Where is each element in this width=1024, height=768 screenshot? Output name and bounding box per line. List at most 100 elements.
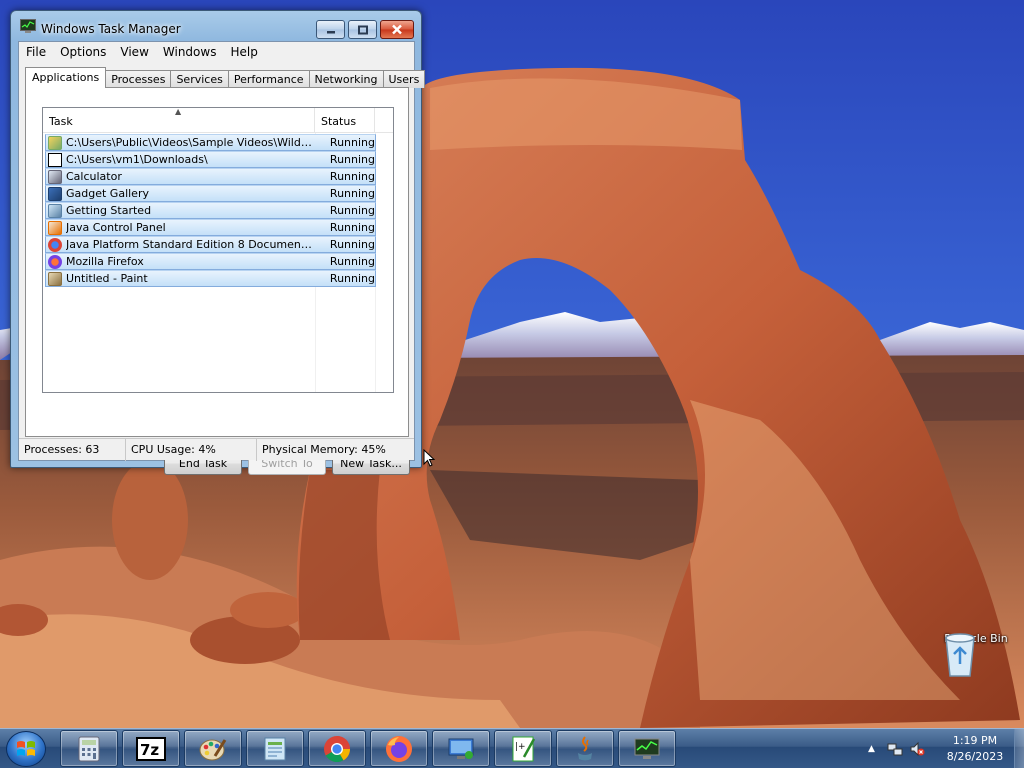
- taskbar-task-manager[interactable]: [618, 730, 676, 767]
- recycle-bin-shortcut[interactable]: Recycle Bin: [940, 630, 1012, 677]
- task-name: C:\Users\Public\Videos\Sample Videos\Wil…: [66, 136, 314, 149]
- status-cpu-usage: CPU Usage: 4%: [126, 439, 257, 461]
- show-hidden-icons-icon[interactable]: ▲: [868, 744, 875, 754]
- maximize-button[interactable]: [348, 20, 377, 39]
- applications-panel: ▲ Task Status C:\Users\Public\Videos\Sam…: [25, 87, 410, 475]
- paint-icon: [48, 271, 62, 286]
- column-header-status[interactable]: Status: [315, 108, 375, 133]
- maximize-icon: [357, 25, 368, 34]
- task-status: Running: [329, 221, 375, 234]
- menu-bar: File Options View Windows Help: [19, 42, 414, 62]
- column-task-label: Task: [49, 115, 73, 128]
- task-row[interactable]: Java Control Panel Running: [45, 219, 376, 236]
- taskbar-7zip[interactable]: 7z: [122, 730, 180, 767]
- chrome-icon: [324, 735, 351, 762]
- mouse-pointer-icon: [423, 449, 435, 467]
- menu-options[interactable]: Options: [53, 42, 113, 62]
- taskbar-paint[interactable]: [184, 730, 242, 767]
- task-list[interactable]: ▲ Task Status C:\Users\Public\Videos\Sam…: [42, 107, 394, 393]
- tab-users[interactable]: Users: [382, 70, 426, 88]
- tab-services[interactable]: Services: [170, 70, 229, 88]
- title-bar[interactable]: Windows Task Manager: [11, 11, 421, 41]
- task-name: Java Platform Standard Edition 8 Documen…: [66, 238, 314, 251]
- minimize-button[interactable]: [316, 20, 345, 39]
- task-row[interactable]: Getting Started Running: [45, 202, 376, 219]
- window-client-area: File Options View Windows Help Applicati…: [18, 41, 426, 475]
- task-name: Untitled - Paint: [66, 272, 148, 285]
- taskbar-getting-started[interactable]: [246, 730, 304, 767]
- taskbar: 7z |+ ▲ 1:19 PM 8/26/2023: [0, 728, 1024, 768]
- tab-performance[interactable]: Performance: [227, 70, 310, 88]
- status-processes: Processes: 63: [19, 439, 126, 461]
- paint-icon: [199, 738, 227, 760]
- 7zip-icon: [48, 152, 62, 167]
- show-desktop-button[interactable]: [1014, 729, 1024, 768]
- task-name: Java Control Panel: [66, 221, 166, 234]
- windows-logo-icon: [17, 741, 35, 756]
- network-icon[interactable]: [887, 741, 903, 757]
- task-row[interactable]: C:\Users\vm1\Downloads\ Running: [45, 151, 376, 168]
- task-manager-icon: [20, 19, 36, 33]
- task-rows: C:\Users\Public\Videos\Sample Videos\Wil…: [45, 134, 376, 287]
- task-row[interactable]: Untitled - Paint Running: [45, 270, 376, 287]
- column-header-task[interactable]: ▲ Task: [43, 108, 315, 133]
- task-name: C:\Users\vm1\Downloads\: [66, 153, 208, 166]
- list-header: ▲ Task Status: [43, 108, 393, 133]
- notification-area: ▲: [868, 729, 925, 768]
- taskbar-calculator[interactable]: [60, 730, 118, 767]
- status-physical-memory: Physical Memory: 45%: [262, 443, 386, 456]
- control-panel-icon: [448, 738, 474, 759]
- task-status: Running: [329, 238, 375, 251]
- task-name: Gadget Gallery: [66, 187, 149, 200]
- start-button[interactable]: [6, 731, 46, 767]
- task-status: Running: [329, 136, 375, 149]
- column-status-label: Status: [321, 115, 357, 128]
- java-icon: [48, 220, 62, 235]
- taskbar-java[interactable]: [556, 730, 614, 767]
- task-status: Running: [329, 187, 375, 200]
- task-name: Mozilla Firefox: [66, 255, 144, 268]
- task-row[interactable]: Mozilla Firefox Running: [45, 253, 376, 270]
- tab-strip: Applications Processes Services Performa…: [25, 67, 426, 88]
- task-row[interactable]: C:\Users\Public\Videos\Sample Videos\Wil…: [45, 134, 376, 151]
- menu-windows[interactable]: Windows: [156, 42, 224, 62]
- task-status: Running: [329, 170, 375, 183]
- svg-text:|+: |+: [515, 742, 526, 752]
- menu-help[interactable]: Help: [223, 42, 264, 62]
- 7zip-icon: 7z: [136, 736, 166, 761]
- calculator-icon: [78, 736, 100, 761]
- task-manager-icon: [634, 738, 660, 759]
- window-title: Windows Task Manager: [41, 22, 181, 36]
- menu-file[interactable]: File: [19, 42, 53, 62]
- task-row[interactable]: Java Platform Standard Edition 8 Documen…: [45, 236, 376, 253]
- tab-processes[interactable]: Processes: [105, 70, 172, 88]
- taskbar-control-panel[interactable]: [432, 730, 490, 767]
- close-button[interactable]: [380, 20, 414, 39]
- status-bar: Processes: 63 CPU Usage: 4% Physical Mem…: [19, 438, 414, 461]
- task-status: Running: [329, 153, 375, 166]
- task-row[interactable]: Gadget Gallery Running: [45, 185, 376, 202]
- java-doc-icon: |+: [512, 736, 536, 761]
- menu-view[interactable]: View: [113, 42, 155, 62]
- close-icon: [392, 24, 402, 35]
- svg-text:7z: 7z: [140, 741, 159, 759]
- tab-networking[interactable]: Networking: [308, 70, 384, 88]
- firefox-icon: [48, 254, 62, 269]
- task-status: Running: [329, 204, 375, 217]
- calculator-icon: [48, 169, 62, 184]
- tab-applications[interactable]: Applications: [25, 67, 107, 88]
- minimize-icon: [326, 30, 335, 33]
- sort-ascending-icon: ▲: [175, 107, 182, 116]
- system-clock[interactable]: 1:19 PM 8/26/2023: [940, 733, 1010, 765]
- taskbar-firefox[interactable]: [370, 730, 428, 767]
- taskbar-java-doc[interactable]: |+: [494, 730, 552, 767]
- task-name: Getting Started: [66, 204, 152, 217]
- firefox-icon: [386, 735, 412, 762]
- clock-time: 1:19 PM: [952, 734, 998, 747]
- task-manager-window: Windows Task Manager File Options View W…: [10, 10, 426, 475]
- taskbar-chrome[interactable]: [308, 730, 366, 767]
- task-row[interactable]: Calculator Running: [45, 168, 376, 185]
- recycle-bin-icon: [945, 633, 975, 677]
- volume-muted-icon[interactable]: [909, 741, 925, 757]
- chrome-icon: [48, 237, 62, 252]
